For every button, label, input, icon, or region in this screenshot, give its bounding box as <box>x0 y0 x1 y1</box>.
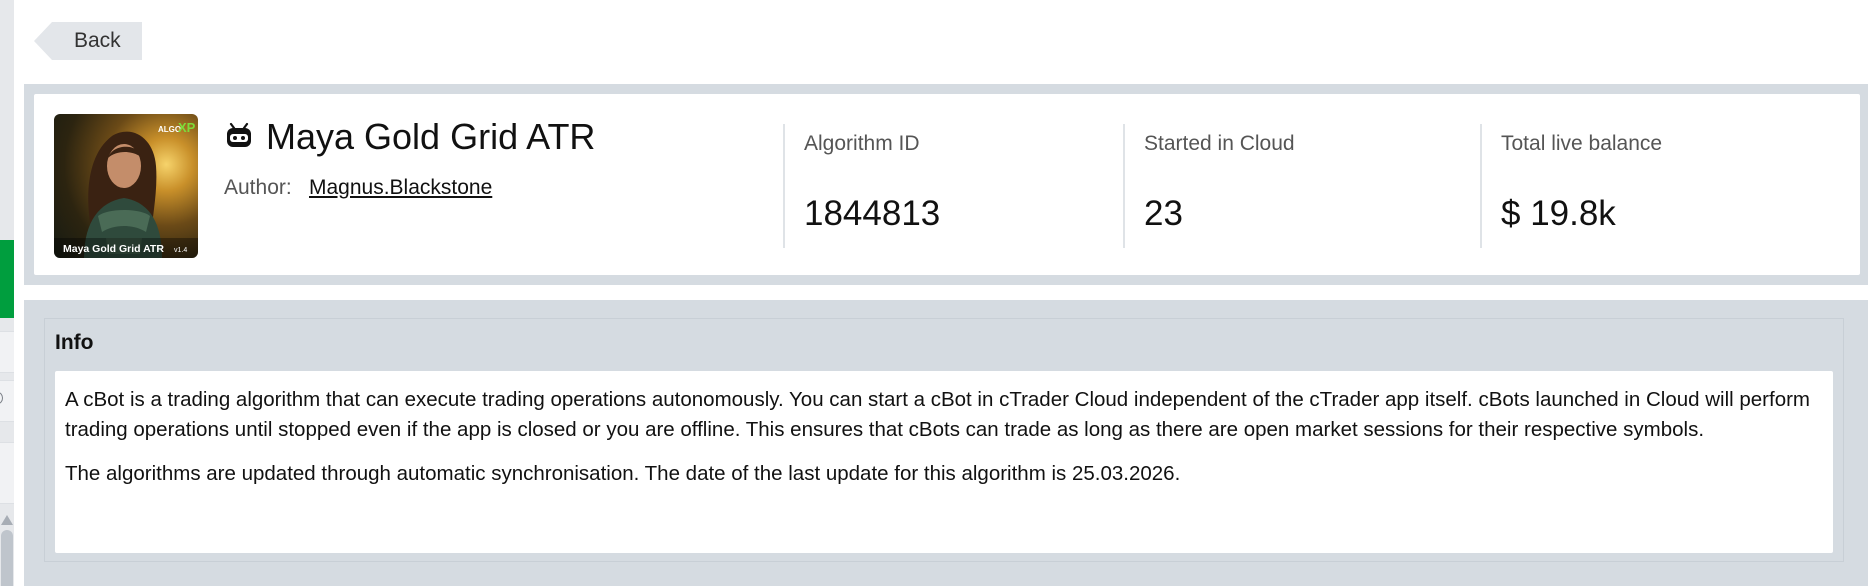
stat-algorithm-id: Algorithm ID 1844813 <box>783 124 1123 248</box>
bot-summary-panel: ALGO XP Maya Gold Grid ATR v1.4 Maya Gol… <box>24 84 1868 285</box>
info-body: A cBot is a trading algorithm that can e… <box>55 371 1833 553</box>
stat-label: Started in Cloud <box>1144 132 1295 155</box>
back-button[interactable]: Back <box>34 22 142 60</box>
bot-thumbnail: ALGO XP Maya Gold Grid ATR v1.4 <box>54 114 198 258</box>
robot-icon <box>224 122 254 155</box>
sidebar-active-indicator[interactable] <box>0 240 14 318</box>
author-link[interactable]: Magnus.Blackstone <box>309 176 492 200</box>
thumbnail-version: v1.4 <box>174 247 187 254</box>
stat-value: 23 <box>1144 194 1183 233</box>
info-paragraph: A cBot is a trading algorithm that can e… <box>65 388 1811 441</box>
stat-value: $ 19.8k <box>1501 194 1616 233</box>
sidebar-item[interactable] <box>0 442 14 504</box>
stat-label: Total live balance <box>1501 132 1663 155</box>
bot-title: Maya Gold Grid ATR <box>266 116 596 157</box>
back-button-label: Back <box>74 29 121 52</box>
stat-total-live-balance: Total live balance $ 19.8k <box>1480 124 1850 248</box>
scroll-up-arrow-icon[interactable] <box>1 515 13 525</box>
info-heading: Info <box>55 331 94 354</box>
sidebar-item[interactable] <box>0 331 14 373</box>
thumbnail-caption: Maya Gold Grid ATR <box>63 243 164 255</box>
stat-started-in-cloud: Started in Cloud 23 <box>1123 124 1480 248</box>
stat-value: 1844813 <box>804 194 941 233</box>
scrollbar-thumb[interactable] <box>1 530 13 586</box>
author-label: Author: <box>224 176 292 199</box>
bot-summary-card: ALGO XP Maya Gold Grid ATR v1.4 Maya Gol… <box>34 94 1860 275</box>
stat-label: Algorithm ID <box>804 132 920 155</box>
thumbnail-brand-suffix: XP <box>178 120 196 135</box>
info-section: Info A cBot is a trading algorithm that … <box>44 318 1844 562</box>
info-panel: Info A cBot is a trading algorithm that … <box>24 300 1868 586</box>
info-paragraph: The algorithms are updated through autom… <box>65 462 1181 485</box>
